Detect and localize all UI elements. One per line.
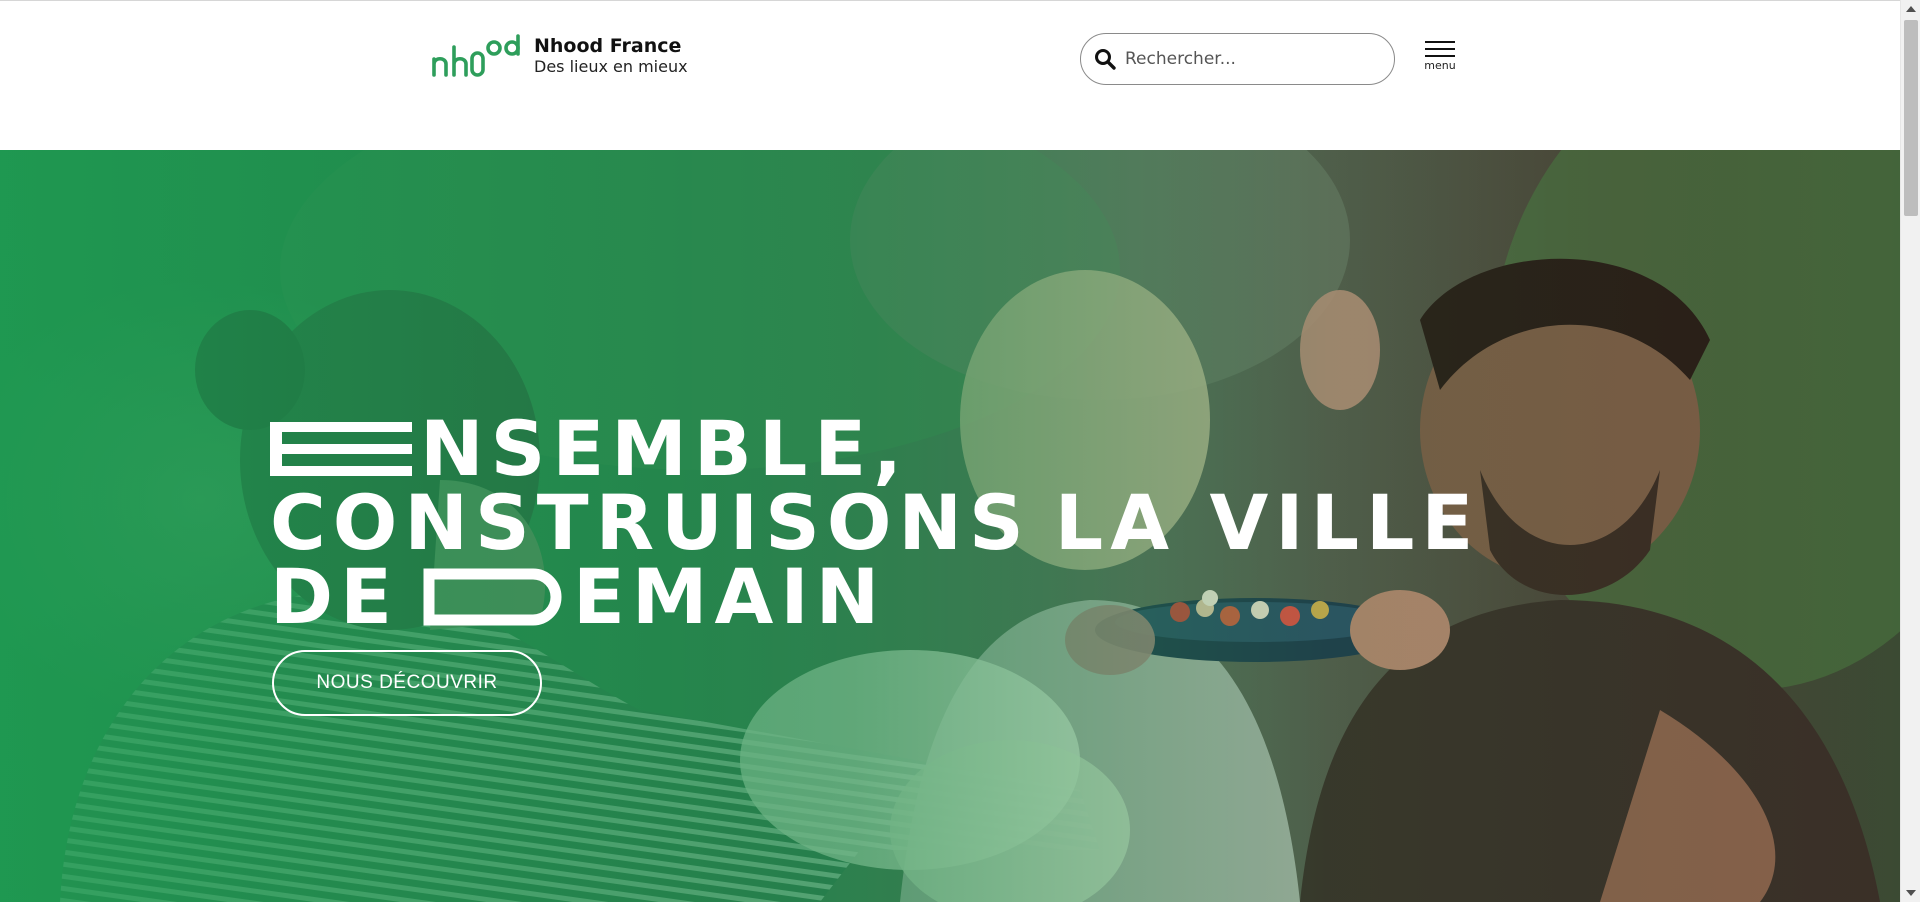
stylized-e-letter-icon	[270, 422, 412, 476]
search-box[interactable]	[1080, 33, 1395, 85]
hero-headline: NSEMBLE, CONSTRUISONS LA VILLE DE EMAIN	[270, 404, 1481, 641]
brand-block: Nhood France Des lieux en mieux	[534, 35, 688, 77]
headline-text-3a: DE	[270, 552, 400, 641]
headline-text-2a: CONSTRUISONS	[270, 478, 1031, 567]
page-scrollbar[interactable]	[1900, 0, 1920, 902]
headline-text-2b: LA VILLE	[1054, 478, 1481, 567]
headline-line-2: CONSTRUISONS LA VILLE	[270, 478, 1481, 567]
stylized-d-letter-icon	[423, 568, 562, 626]
discover-button[interactable]: NOUS DÉCOUVRIR	[272, 650, 542, 716]
hero-banner: NSEMBLE, CONSTRUISONS LA VILLE DE EMAIN …	[0, 150, 1900, 902]
headline-text-3b: EMAIN	[573, 552, 887, 641]
brand-tagline: Des lieux en mieux	[534, 57, 688, 76]
hamburger-icon[interactable]	[1425, 39, 1455, 57]
menu-label: menu	[1424, 59, 1456, 72]
headline-line-3: DE EMAIN	[270, 552, 1480, 641]
headline-line-1: NSEMBLE,	[270, 404, 1480, 493]
scroll-thumb[interactable]	[1904, 20, 1918, 216]
brand-name: Nhood France	[534, 35, 682, 57]
home-logo-link[interactable]: Nhood France Des lieux en mieux	[430, 31, 688, 81]
site-header: Nhood France Des lieux en mieux menu	[0, 1, 1900, 150]
menu-button[interactable]: menu	[1424, 39, 1456, 79]
nhood-logo	[432, 34, 520, 77]
scroll-up-arrow-icon[interactable]	[1901, 0, 1920, 18]
scroll-down-arrow-icon[interactable]	[1901, 884, 1920, 902]
search-input[interactable]	[1125, 49, 1375, 69]
search-icon[interactable]	[1093, 47, 1117, 71]
headline-text-1: NSEMBLE,	[420, 404, 910, 493]
